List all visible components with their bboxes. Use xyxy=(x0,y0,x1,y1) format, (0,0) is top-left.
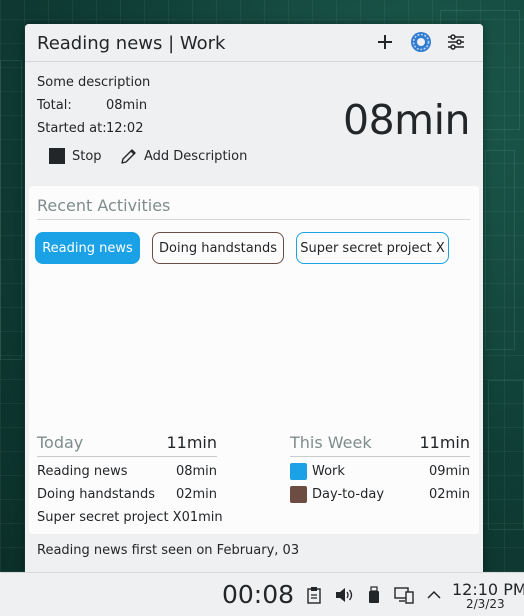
total-value: 08min xyxy=(106,98,148,113)
recent-activities-card: Recent Activities Reading news Doing han… xyxy=(29,186,479,534)
today-total: 11min xyxy=(166,433,217,452)
week-row-value: 09min xyxy=(428,464,470,479)
add-button[interactable] xyxy=(373,30,397,54)
add-description-button[interactable]: Add Description xyxy=(120,145,247,167)
chip-super-secret-project[interactable]: Super secret project X xyxy=(296,232,449,264)
today-row-name: Super secret project X xyxy=(37,510,182,525)
week-row: Day-to-day 02min xyxy=(290,483,470,506)
popup-header: Reading news | Work xyxy=(25,24,483,62)
week-row-name: Day-to-day xyxy=(312,487,385,502)
taskbar-timer[interactable]: 00:08 xyxy=(222,580,294,609)
today-row-value: 01min xyxy=(181,510,223,525)
total-label: Total: xyxy=(37,98,72,113)
week-label: This Week xyxy=(290,433,372,452)
record-button[interactable] xyxy=(409,30,433,54)
category-color-swatch xyxy=(290,486,307,503)
chip-reading-news[interactable]: Reading news xyxy=(35,232,140,264)
today-row-name: Reading news xyxy=(37,464,128,479)
add-description-label: Add Description xyxy=(144,148,248,164)
today-row: Reading news 08min xyxy=(37,460,217,483)
activity-title: Reading news | Work xyxy=(37,33,226,54)
plus-icon xyxy=(378,35,392,49)
record-icon xyxy=(411,32,431,52)
stop-button[interactable]: Stop xyxy=(49,145,102,167)
pencil-icon xyxy=(120,148,137,165)
chevron-up-icon[interactable] xyxy=(424,585,444,605)
today-header: Today 11min xyxy=(37,429,217,457)
elapsed-time: 08min xyxy=(343,96,471,144)
stop-icon xyxy=(49,148,65,164)
recent-activities-title: Recent Activities xyxy=(37,196,470,220)
chip-label: Reading news xyxy=(42,240,133,256)
week-row-name: Work xyxy=(312,464,345,479)
today-row: Doing handstands 02min xyxy=(37,483,217,506)
activity-description: Some description xyxy=(37,75,151,90)
first-seen-note: Reading news first seen on February, 03 xyxy=(37,543,300,558)
started-label: Started at: xyxy=(37,121,107,136)
sliders-icon xyxy=(448,34,464,50)
chip-doing-handstands[interactable]: Doing handstands xyxy=(152,232,284,264)
stop-label: Stop xyxy=(72,148,102,164)
clock-date[interactable]: 2/3/23 xyxy=(466,597,505,611)
category-color-swatch xyxy=(290,463,307,480)
chip-label: Doing handstands xyxy=(159,240,277,256)
settings-button[interactable] xyxy=(444,30,468,54)
volume-icon[interactable] xyxy=(334,585,354,605)
today-row-value: 08min xyxy=(175,464,217,479)
started-value: 12:02 xyxy=(106,121,144,136)
today-row-value: 02min xyxy=(175,487,217,502)
chip-label: Super secret project X xyxy=(300,240,445,256)
device-icon[interactable] xyxy=(364,585,384,605)
week-row: Work 09min xyxy=(290,460,470,483)
week-header: This Week 11min xyxy=(290,429,470,457)
activity-info: Some description Total: 08min Started at… xyxy=(37,71,150,140)
today-label: Today xyxy=(37,433,84,452)
today-row: Super secret project X 01min xyxy=(37,506,223,529)
week-row-value: 02min xyxy=(428,487,470,502)
week-total: 11min xyxy=(419,433,470,452)
taskbar: 00:08 12:10 PM 2/3/23 xyxy=(0,572,524,616)
network-icon[interactable] xyxy=(394,585,414,605)
timer-popup: Reading news | Work Some description Tot… xyxy=(25,24,483,572)
clipboard-icon[interactable] xyxy=(304,585,324,605)
today-row-name: Doing handstands xyxy=(37,487,155,502)
